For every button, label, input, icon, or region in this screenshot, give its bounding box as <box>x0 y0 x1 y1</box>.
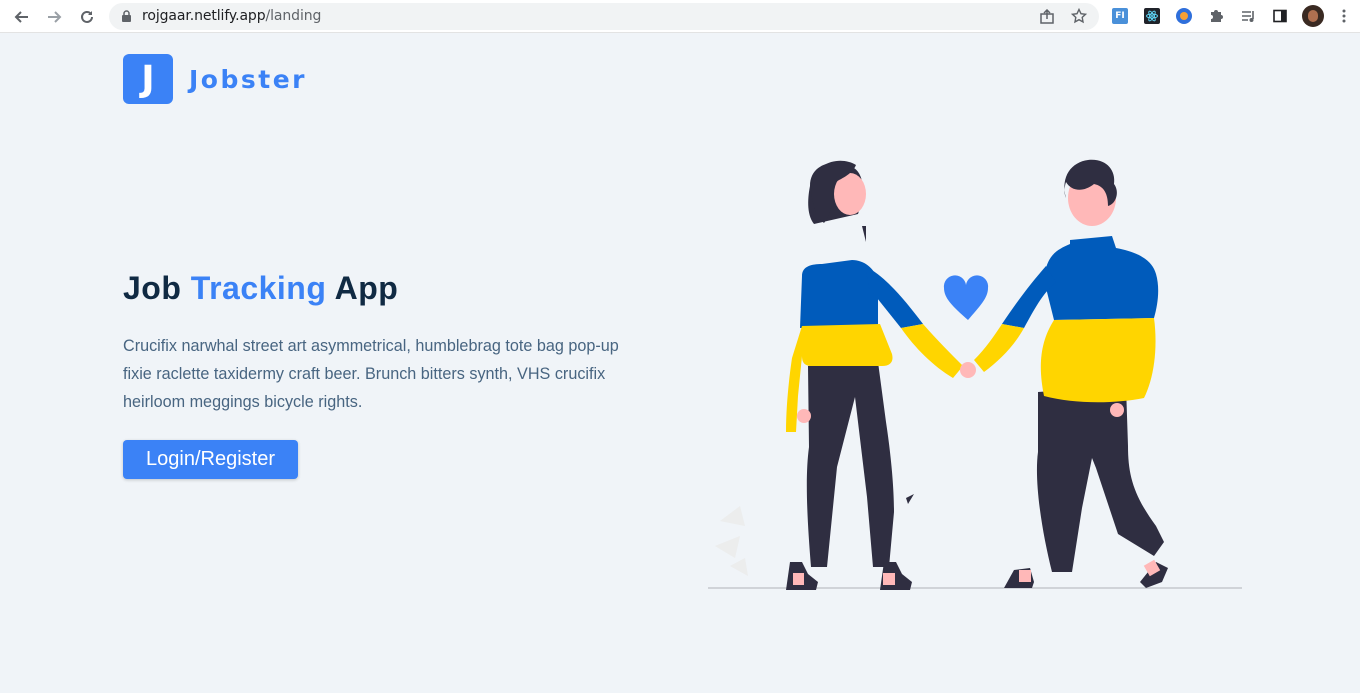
couple-illustration <box>708 159 1242 590</box>
title-part1: Job <box>123 270 191 306</box>
puzzle-icon[interactable] <box>1207 7 1225 25</box>
star-icon[interactable] <box>1071 8 1087 24</box>
media-icon[interactable] <box>1239 7 1257 25</box>
arrow-right-icon <box>48 11 62 23</box>
reload-button[interactable] <box>76 6 98 28</box>
plant-decoration <box>715 506 748 576</box>
reload-icon <box>81 10 93 23</box>
address-bar[interactable]: rojgaar.netlify.app/landing <box>109 3 1099 30</box>
login-register-button[interactable]: Login/Register <box>123 440 298 479</box>
page-title: Job Tracking App <box>123 270 398 307</box>
avatar-icon[interactable] <box>1302 5 1324 27</box>
landing-page: J Jobster Job Tracking App Crucifix narw… <box>0 34 1360 693</box>
forward-button[interactable] <box>43 6 65 28</box>
fi-extension-icon[interactable]: FI <box>1111 7 1129 25</box>
kebab-icon[interactable] <box>1335 7 1353 25</box>
logo-mark: J <box>123 54 173 104</box>
title-accent: Tracking <box>190 270 327 306</box>
hero-description: Crucifix narwhal street art asymmetrical… <box>123 337 619 411</box>
woman-figure <box>786 160 976 590</box>
back-button[interactable] <box>11 6 33 28</box>
share-icon[interactable] <box>1039 9 1055 25</box>
url-text: rojgaar.netlify.app/landing <box>142 8 322 24</box>
sidepanel-icon[interactable] <box>1271 7 1289 25</box>
react-devtools-icon[interactable] <box>1143 7 1161 25</box>
logo-name: Jobster <box>189 65 307 94</box>
man-figure <box>974 159 1168 588</box>
title-part2: App <box>326 270 399 306</box>
lock-icon <box>122 10 131 22</box>
heart-icon <box>943 275 989 320</box>
arrow-left-icon <box>14 11 28 23</box>
colorzilla-icon[interactable] <box>1175 7 1193 25</box>
browser-toolbar: rojgaar.netlify.app/landing FI <box>0 0 1360 33</box>
